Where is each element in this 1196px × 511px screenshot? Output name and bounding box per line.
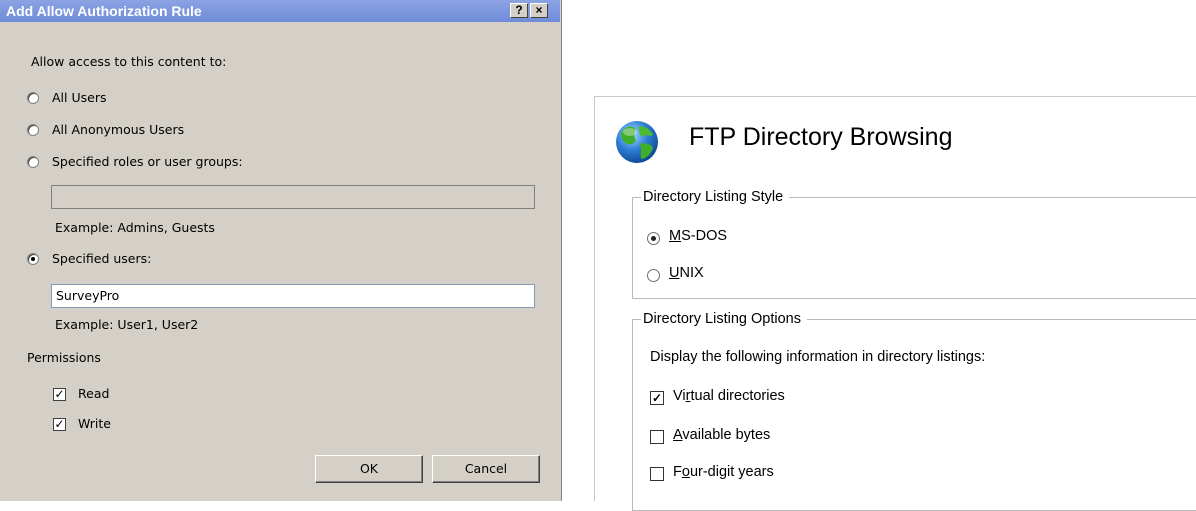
- listing-options-description: Display the following information in dir…: [650, 349, 986, 365]
- listing-options-group: Directory Listing Options: [632, 311, 1196, 511]
- globe-icon: [616, 121, 658, 163]
- roles-input[interactable]: [51, 185, 535, 209]
- roles-label: Specified roles or user groups:: [52, 154, 243, 169]
- users-input[interactable]: SurveyPro: [51, 284, 535, 308]
- page-title: FTP Directory Browsing: [689, 123, 953, 151]
- specified-users-radio[interactable]: [27, 253, 39, 265]
- listing-options-legend: Directory Listing Options: [643, 311, 801, 327]
- dialog-titlebar: Add Allow Authorization Rule ? ×: [0, 0, 560, 22]
- virtual-directories-label: Virtual directories: [673, 388, 785, 404]
- four-digit-years-label: Four-digit years: [673, 464, 774, 480]
- listing-style-group: Directory Listing Style: [632, 189, 1196, 299]
- available-bytes-checkbox[interactable]: [650, 430, 664, 444]
- virtual-directories-checkbox[interactable]: ✓: [650, 391, 664, 405]
- write-checkbox[interactable]: ✓: [53, 418, 66, 431]
- msdos-radio[interactable]: [647, 232, 660, 245]
- dialog-title: Add Allow Authorization Rule: [6, 3, 202, 19]
- users-example: Example: User1, User2: [55, 317, 199, 332]
- four-digit-years-checkbox[interactable]: [650, 467, 664, 481]
- available-bytes-label: Available bytes: [673, 427, 771, 443]
- msdos-label: MS-DOS: [669, 228, 728, 244]
- roles-example: Example: Admins, Guests: [55, 220, 215, 235]
- help-button[interactable]: ?: [510, 3, 528, 18]
- anonymous-users-radio[interactable]: [27, 124, 39, 136]
- access-prompt: Allow access to this content to:: [31, 54, 227, 69]
- all-users-label: All Users: [52, 90, 107, 105]
- ok-button[interactable]: OK: [315, 455, 423, 483]
- read-label: Read: [78, 386, 110, 401]
- specified-users-label: Specified users:: [52, 251, 152, 266]
- roles-radio[interactable]: [27, 156, 39, 168]
- unix-label: UNIX: [669, 265, 704, 281]
- write-label: Write: [78, 416, 112, 431]
- unix-radio[interactable]: [647, 269, 660, 282]
- permissions-heading: Permissions: [27, 350, 101, 365]
- read-checkbox[interactable]: ✓: [53, 388, 66, 401]
- ftp-directory-browsing-panel: FTP Directory Browsing Directory Listing…: [594, 96, 1196, 511]
- close-button[interactable]: ×: [530, 3, 548, 18]
- anonymous-users-label: All Anonymous Users: [52, 122, 185, 137]
- all-users-radio[interactable]: [27, 92, 39, 104]
- listing-style-legend: Directory Listing Style: [643, 189, 784, 205]
- authorization-rule-dialog: Add Allow Authorization Rule ? × Allow a…: [0, 0, 562, 501]
- cancel-button[interactable]: Cancel: [432, 455, 540, 483]
